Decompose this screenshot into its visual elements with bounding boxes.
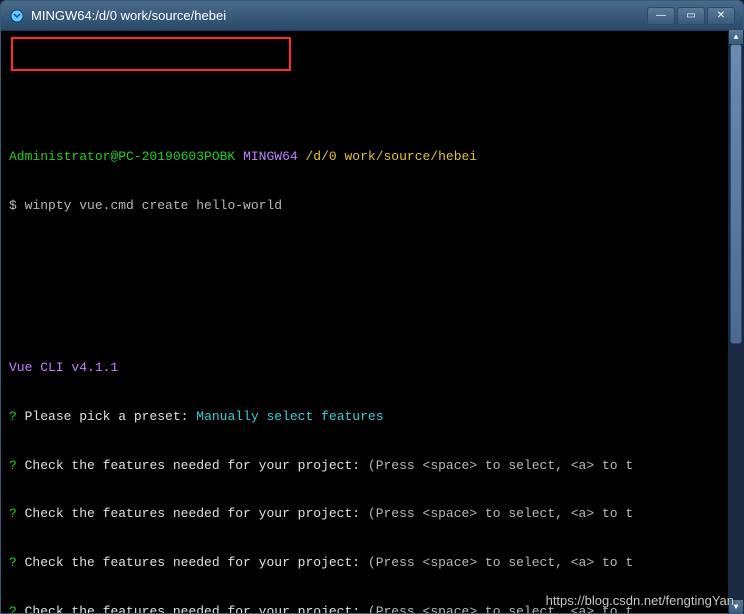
maximize-button[interactable]: ▭ [677,7,705,25]
vertical-scrollbar[interactable]: ▲ ▼ [728,30,744,614]
window-controls: — ▭ ✕ [647,7,735,25]
app-icon [9,8,25,24]
terminal-line [9,295,735,311]
window-title: MINGW64:/d/0 work/source/hebei [31,8,226,23]
cli-header: Vue CLI v4.1.1 [9,360,735,376]
close-button[interactable]: ✕ [707,7,735,25]
terminal-line [9,100,735,116]
minimize-button[interactable]: — [647,7,675,25]
terminal-window: MINGW64:/d/0 work/source/hebei — ▭ ✕ Adm… [0,0,744,614]
prompt-line-2: $ winpty vue.cmd create hello-world [9,198,735,214]
watermark-text: https://blog.csdn.net/fengtingYan [546,593,734,608]
scroll-up-button[interactable]: ▲ [729,30,743,44]
scrollbar-thumb[interactable] [730,44,742,344]
terminal-line [9,246,735,262]
prompt-line-1: Administrator@PC-20190603POBK MINGW64 /d… [9,149,735,165]
window-titlebar[interactable]: MINGW64:/d/0 work/source/hebei — ▭ ✕ [1,1,743,31]
annotation-highlight-box [11,37,291,71]
question-features: ? Check the features needed for your pro… [9,506,735,522]
question-preset: ? Please pick a preset: Manually select … [9,409,735,425]
question-features: ? Check the features needed for your pro… [9,555,735,571]
question-features: ? Check the features needed for your pro… [9,458,735,474]
terminal-body[interactable]: Administrator@PC-20190603POBK MINGW64 /d… [1,31,743,613]
